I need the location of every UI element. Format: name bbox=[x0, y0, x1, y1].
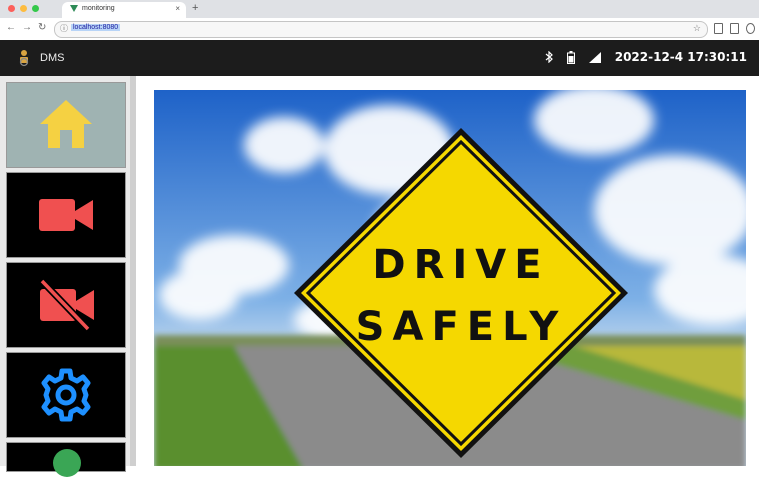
reload-icon[interactable]: ↻ bbox=[38, 22, 46, 33]
browser-tab[interactable]: monitoring × bbox=[62, 2, 186, 18]
app-header: DMS 2022-12-4 17:30:11 bbox=[0, 40, 759, 76]
extension-icon[interactable] bbox=[714, 23, 723, 34]
forward-arrow-icon[interactable]: → bbox=[22, 22, 32, 33]
green-circle-icon bbox=[53, 449, 81, 477]
new-tab-button[interactable]: + bbox=[192, 2, 198, 14]
app-content: DRIVE SAFELY bbox=[0, 76, 759, 477]
sidebar-scrollbar[interactable] bbox=[130, 76, 136, 466]
battery-icon bbox=[566, 50, 575, 64]
close-window-button[interactable] bbox=[8, 5, 15, 12]
sidebar-item-settings[interactable] bbox=[6, 352, 126, 438]
window-controls bbox=[8, 5, 39, 12]
sidebar-item-camera[interactable] bbox=[6, 172, 126, 258]
gear-icon bbox=[41, 368, 91, 422]
toolbar-icons bbox=[714, 23, 755, 34]
video-camera-off-icon bbox=[39, 279, 94, 331]
bookmark-star-icon[interactable]: ☆ bbox=[693, 23, 701, 34]
tab-title: monitoring bbox=[82, 5, 115, 12]
driver-logo-icon bbox=[19, 50, 29, 67]
signal-icon bbox=[588, 51, 601, 63]
sign-line-safely: SAFELY bbox=[356, 304, 567, 350]
app-name: DMS bbox=[40, 52, 65, 64]
back-arrow-icon[interactable]: ← bbox=[6, 22, 16, 33]
url-text[interactable]: localhost:8080 bbox=[71, 24, 121, 31]
browser-toolbar: ← → ↻ ⓘ localhost:8080 ☆ bbox=[0, 18, 759, 41]
browser-tab-bar: monitoring × + bbox=[0, 0, 759, 18]
sidebar-item-more[interactable] bbox=[6, 442, 126, 477]
home-icon bbox=[40, 100, 92, 148]
status-area: 2022-12-4 17:30:11 bbox=[545, 50, 747, 64]
video-camera-icon bbox=[39, 199, 93, 231]
main-panel: DRIVE SAFELY bbox=[154, 90, 746, 466]
bluetooth-icon bbox=[545, 51, 553, 63]
profile-icon[interactable] bbox=[746, 23, 755, 34]
favicon-icon bbox=[70, 5, 78, 12]
minimize-window-button[interactable] bbox=[20, 5, 27, 12]
sidebar-toggle-icon[interactable] bbox=[730, 23, 739, 34]
sidebar bbox=[0, 76, 136, 477]
datetime-display: 2022-12-4 17:30:11 bbox=[614, 50, 747, 64]
info-icon[interactable]: ⓘ bbox=[60, 23, 68, 34]
tab-close-button[interactable]: × bbox=[175, 4, 180, 13]
maximize-window-button[interactable] bbox=[32, 5, 39, 12]
drive-safely-banner: DRIVE SAFELY bbox=[154, 90, 746, 466]
address-bar[interactable]: ⓘ localhost:8080 ☆ bbox=[54, 21, 708, 38]
sidebar-item-home[interactable] bbox=[6, 82, 126, 168]
sign-line-drive: DRIVE bbox=[372, 242, 549, 288]
sidebar-item-camera-off[interactable] bbox=[6, 262, 126, 348]
